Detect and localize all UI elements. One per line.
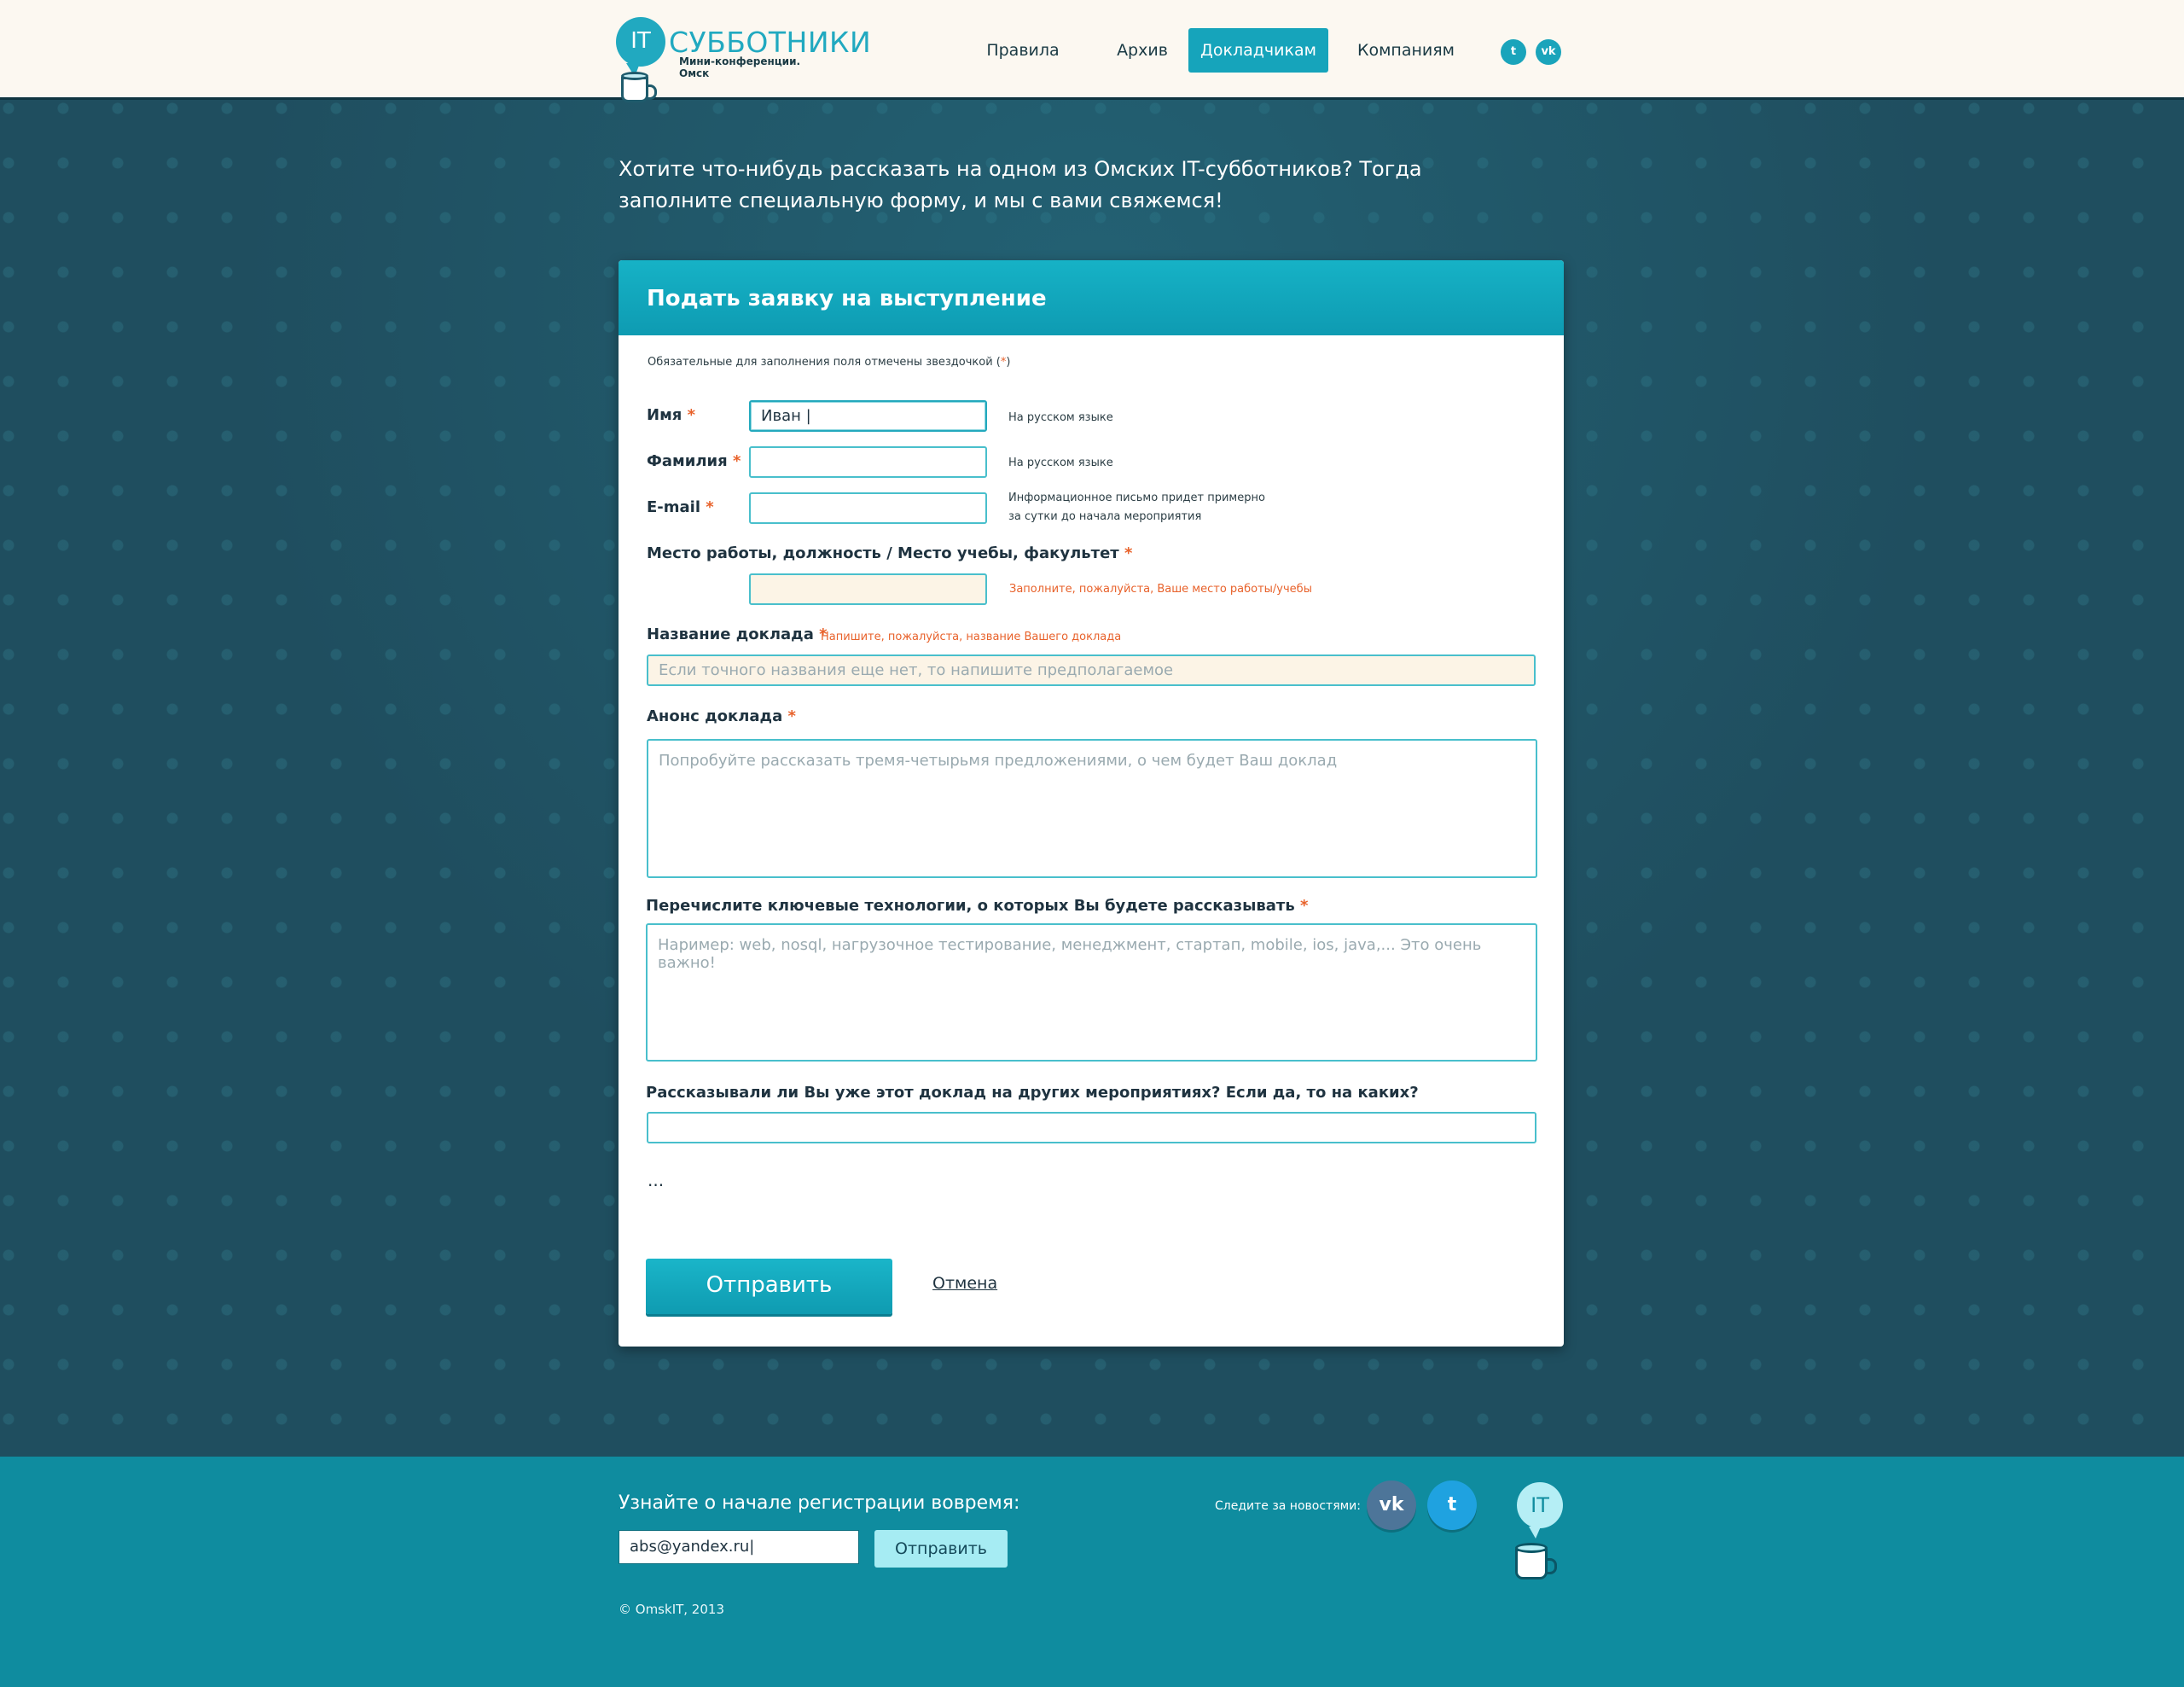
abstract-label: Анонс доклада * bbox=[647, 707, 796, 725]
talk-title-label: Название доклада * bbox=[647, 625, 828, 643]
nav-item-speakers[interactable]: Докладчикам bbox=[1188, 28, 1328, 73]
email-input[interactable] bbox=[749, 492, 987, 524]
footer-logo: IT bbox=[1513, 1482, 1565, 1593]
site-logo[interactable]: IT СУББОТНИКИ Мини-конференции. Омск bbox=[616, 15, 871, 118]
technologies-textarea[interactable]: Наример: web, nosql, нагрузочное тестиро… bbox=[646, 923, 1537, 1062]
nav-item-companies[interactable]: Компаниям bbox=[1340, 28, 1472, 73]
logo-title: СУББОТНИКИ bbox=[669, 26, 872, 59]
vk-icon[interactable]: vk bbox=[1367, 1480, 1416, 1530]
cancel-link[interactable]: Отмена bbox=[932, 1274, 997, 1293]
nav-item-rules[interactable]: Правила bbox=[973, 28, 1073, 73]
workplace-error: Заполните, пожалуйста, Ваше место работы… bbox=[1009, 583, 1312, 596]
first-name-label: Имя * bbox=[647, 406, 696, 424]
follow-label: Следите за новостями: bbox=[1215, 1499, 1361, 1513]
last-name-label: Фамилия * bbox=[647, 452, 741, 470]
cup-icon bbox=[621, 72, 657, 102]
submit-button[interactable]: Отправить bbox=[646, 1259, 892, 1314]
abstract-textarea[interactable]: Попробуйте рассказать тремя-четырьмя пре… bbox=[647, 739, 1537, 878]
site-footer: Узнайте о начале регистрации вовремя: ab… bbox=[0, 1457, 2184, 1687]
technologies-label: Перечислите ключевые технологии, о котор… bbox=[646, 897, 1309, 915]
prior-events-label: Рассказывали ли Вы уже этот доклад на др… bbox=[646, 1084, 1419, 1102]
email-label: E-mail * bbox=[647, 498, 714, 516]
prior-events-input[interactable] bbox=[647, 1112, 1536, 1143]
first-name-input[interactable]: Иван | bbox=[749, 400, 987, 432]
last-name-hint: На русском языке bbox=[1008, 457, 1113, 469]
twitter-icon[interactable]: t bbox=[1501, 39, 1526, 65]
talk-title-input[interactable]: Если точного названия еще нет, то напиши… bbox=[647, 654, 1536, 686]
logo-subtitle: Мини-конференции. Омск bbox=[679, 55, 801, 79]
first-name-hint: На русском языке bbox=[1008, 411, 1113, 424]
more-fields-ellipsis: ... bbox=[648, 1170, 665, 1190]
twitter-icon[interactable]: t bbox=[1427, 1480, 1477, 1530]
site-header: IT СУББОТНИКИ Мини-конференции. Омск Пра… bbox=[0, 0, 2184, 102]
subscribe-button[interactable]: Отправить bbox=[874, 1530, 1008, 1568]
talk-title-error: Напишите, пожалуйста, название Вашего до… bbox=[821, 631, 1122, 643]
nav-item-archive[interactable]: Архив bbox=[1099, 28, 1186, 73]
form-title: Подать заявку на выступление bbox=[647, 286, 1047, 311]
workplace-label: Место работы, должность / Место учебы, ф… bbox=[647, 544, 1133, 562]
logo-speech-bubble-icon: IT bbox=[616, 17, 665, 77]
subscribe-email-input[interactable]: abs@yandex.ru| bbox=[619, 1530, 859, 1564]
speech-bubble-icon: IT bbox=[1517, 1482, 1563, 1539]
required-fields-note: Обязательные для заполнения поля отмечен… bbox=[648, 356, 1011, 369]
speaker-application-form: Подать заявку на выступление Обязательны… bbox=[619, 260, 1564, 1347]
vk-icon[interactable]: vk bbox=[1536, 39, 1561, 65]
workplace-input[interactable] bbox=[749, 573, 987, 605]
last-name-input[interactable] bbox=[749, 446, 987, 478]
intro-text: Хотите что-нибудь рассказать на одном из… bbox=[619, 157, 1422, 212]
subscribe-title: Узнайте о начале регистрации вовремя: bbox=[619, 1492, 1020, 1514]
email-hint: Информационное письмо придет примерно за … bbox=[1008, 492, 1265, 523]
cup-icon bbox=[1515, 1543, 1557, 1579]
copyright: © OmskIT, 2013 bbox=[619, 1602, 724, 1617]
form-header: Подать заявку на выступление bbox=[619, 260, 1564, 335]
